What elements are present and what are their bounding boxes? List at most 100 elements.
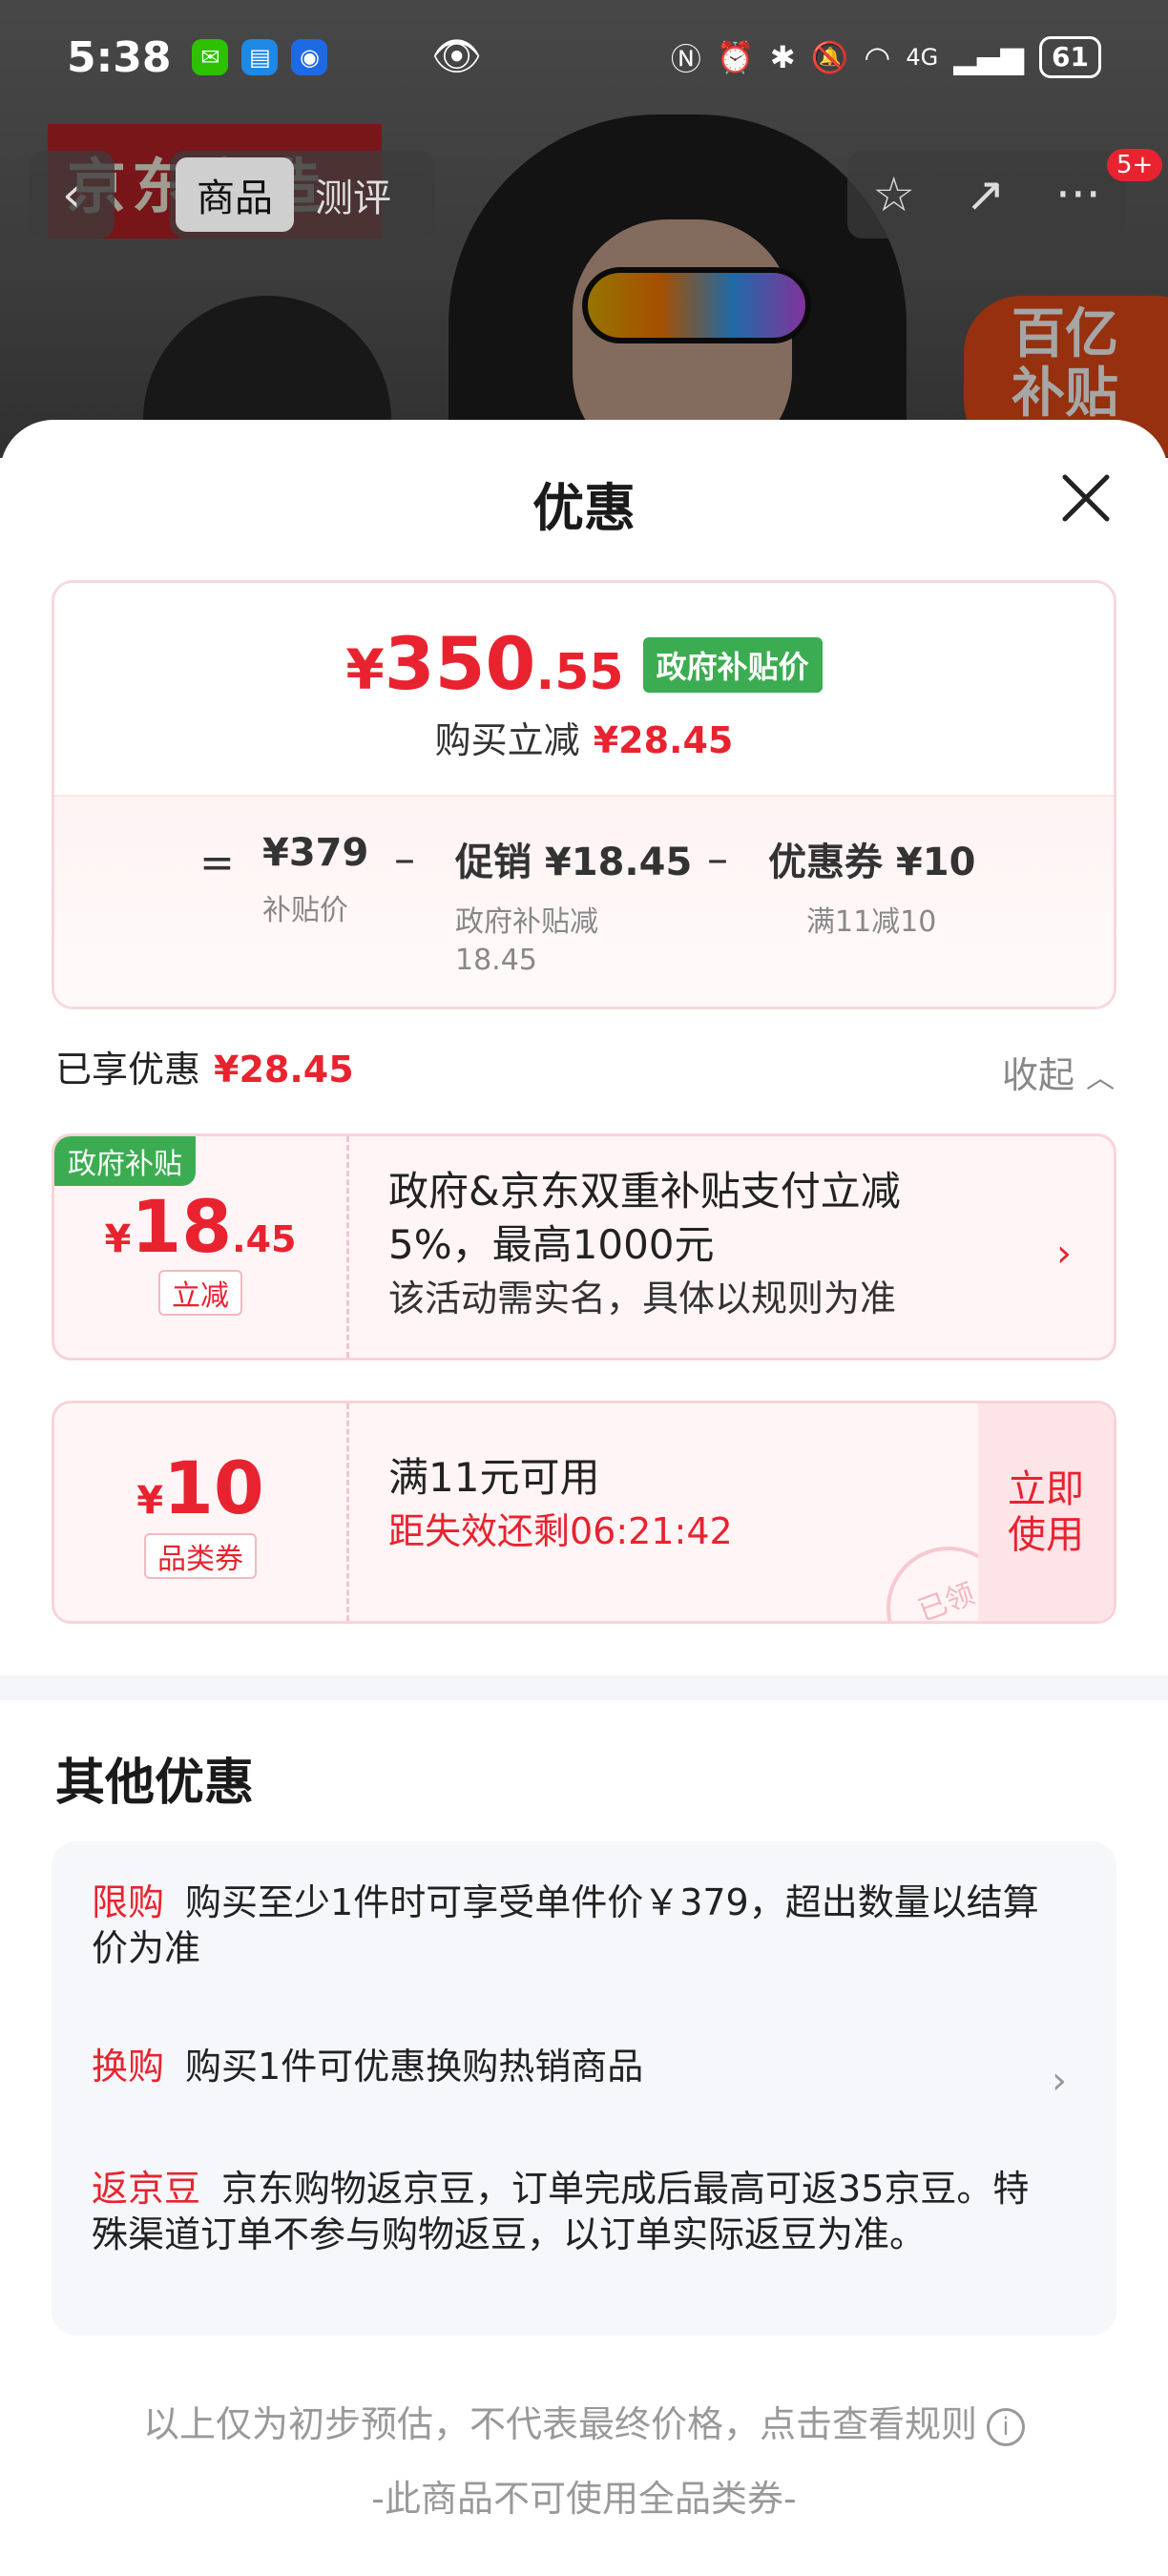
chevron-left-icon: ‹ (62, 167, 81, 222)
tab-product[interactable]: 商品 (176, 157, 294, 232)
status-indicators: Ⓝ ⏰ ✱ 🔕 ◠ 4G ▂▄▆ 61 (671, 35, 1101, 79)
final-price: ¥ 350 .55 政府补贴价 (54, 621, 1114, 706)
collapse-label: 收起 (1002, 1054, 1075, 1096)
list-item-jd-beans: 返京豆 京东购物返京豆，订单完成后最高可返35京豆。特殊渠道订单不参与购物返豆，以… (92, 2166, 1065, 2257)
more-icon[interactable]: ··· (1055, 167, 1101, 222)
product-tabs: 商品 测评 (170, 151, 435, 239)
price-integer: 350 (384, 621, 536, 706)
promo-detail-line2: 18.45 (455, 944, 537, 977)
base-price-label: 补贴价 (262, 894, 348, 927)
nfc-icon: Ⓝ (670, 41, 701, 77)
bulb-app-icon: ◉ (291, 39, 328, 75)
eye-icon: 👁 (431, 32, 483, 79)
offer-text: 购买1件可优惠换购热销商品 (185, 2046, 644, 2088)
sheet-title: 优惠 (532, 478, 636, 538)
coupon-currency: ¥ (136, 1479, 164, 1523)
coupon-amount: ¥10 (54, 1445, 346, 1530)
other-offers-title: 其他优惠 (55, 1755, 255, 1812)
offer-text: 购买至少1件时可享受单件价￥379，超出数量以结算价为准 (92, 1881, 1039, 1969)
coupon-line1: 政府&京东双重补贴支付立减 (388, 1168, 901, 1215)
coupon-divider (346, 1136, 349, 1358)
promo-detail: 政府补贴减 18.45 (455, 904, 692, 980)
battery-indicator: 61 (1039, 36, 1101, 78)
gov-subsidy-coupon[interactable]: 政府补贴 ¥18.45 立减 政府&京东双重补贴支付立减 5%，最高1000元 … (52, 1133, 1116, 1361)
price-decimal: .55 (535, 644, 624, 701)
coupon-amount-dec: .45 (232, 1218, 297, 1260)
promo-detail-line1: 政府补贴减 (455, 905, 598, 939)
chevron-right-icon[interactable]: › (1052, 2059, 1067, 2103)
base-price: ¥379 (262, 831, 369, 875)
use-now-button[interactable]: 立即使用 (978, 1403, 1114, 1621)
message-app-icon: ▤ (241, 39, 279, 75)
back-button[interactable]: ‹ (29, 151, 115, 239)
minus-sign: – (394, 835, 415, 883)
coupon-description: 满11元可用 距失效还剩06:21:42 (388, 1451, 733, 1558)
gov-subsidy-corner-tag: 政府补贴 (54, 1136, 196, 1186)
offer-tag: 换购 (92, 2046, 165, 2088)
coupon-divider (346, 1403, 349, 1621)
status-bar: 5:38 ✉ ▤ ◉ Ⓝ ⏰ ✱ 🔕 ◠ 4G ▂▄▆ 61 (0, 0, 1168, 114)
chevron-right-icon: › (1056, 1232, 1072, 1276)
list-item-purchase-limit: 限购 购买至少1件时可享受单件价￥379，超出数量以结算价为准 (92, 1880, 1065, 1971)
coupon-description: 政府&京东双重补贴支付立减 5%，最高1000元 该活动需实名，具体以规则为准 (388, 1165, 901, 1325)
use-now-label: 立即使用 (1008, 1467, 1084, 1557)
base-price-col: ¥379 补贴价 (262, 831, 368, 930)
coupon-condition: 满11元可用 (388, 1454, 600, 1501)
minus-sign: – (707, 835, 728, 883)
offer-text: 京东购物返京豆，订单完成后最高可返35京豆。特殊渠道订单不参与购物返豆，以订单实… (92, 2168, 1030, 2255)
discount-label: 购买立减 (434, 719, 580, 761)
mute-icon: 🔕 (810, 39, 849, 75)
gov-subsidy-price-tag: 政府补贴价 (642, 637, 823, 693)
estimate-disclaimer[interactable]: 以上仅为初步预估，不代表最终价格，点击查看规则 i (0, 2395, 1168, 2447)
coupon-line2: 5%，最高1000元 (388, 1221, 715, 1268)
bluetooth-icon: ✱ (769, 39, 796, 75)
enjoyed-discount: 已享优惠 ¥28.45 (55, 1040, 354, 1092)
category-coupon: ¥10 品类券 满11元可用 距失效还剩06:21:42 已领 立即使用 (52, 1401, 1116, 1624)
coupon-amount-int: 10 (163, 1445, 264, 1530)
coupon-restriction-note: -此商品不可使用全品类券- (371, 2478, 797, 2520)
collapse-toggle[interactable]: 收起 ︿ (1002, 1046, 1115, 1098)
promo-col: 促销 ¥18.45 政府补贴减 18.45 (455, 831, 692, 980)
wechat-icon: ✉ (192, 39, 229, 75)
enjoyed-amount: ¥28.45 (214, 1049, 354, 1091)
signal-icon: ▂▄▆ (953, 39, 1025, 75)
price-currency: ¥ (345, 637, 385, 702)
equals-sign: = (199, 839, 235, 887)
price-breakdown: = ¥379 补贴价 – 促销 ¥18.45 政府补贴减 18.45 – 优惠券 … (54, 795, 1114, 1007)
offer-tag: 限购 (92, 1881, 165, 1923)
coupon-type: 品类券 (54, 1533, 346, 1579)
section-divider (0, 1675, 1168, 1700)
coupon-expiry-timer: 距失效还剩06:21:42 (388, 1510, 733, 1552)
wifi-icon: ◠ (864, 39, 891, 75)
tab-review[interactable]: 测评 (294, 157, 412, 232)
coupon-currency: ¥ (104, 1217, 132, 1261)
status-time: 5:38 (67, 32, 172, 82)
alarm-icon: ⏰ (716, 39, 755, 75)
coupon-amount: 优惠券 ¥10 (768, 841, 976, 884)
disclaimer-text: 以上仅为初步预估，不代表最终价格，点击查看规则 (142, 2403, 977, 2445)
final-price-section: ¥ 350 .55 政府补贴价 购买立减 ¥28.45 (54, 583, 1114, 795)
nav-actions: ☆ ↗ ··· (847, 151, 1126, 239)
coupon-line3: 该活动需实名，具体以规则为准 (388, 1278, 897, 1319)
coupon-type: 立减 (54, 1270, 346, 1316)
list-item-trade-in[interactable]: 换购 购买1件可优惠换购热销商品 (92, 2044, 1065, 2089)
share-icon[interactable]: ↗ (966, 167, 1006, 222)
coupon-col: 优惠券 ¥10 满11减10 (768, 831, 975, 942)
message-count-badge: 5+ (1107, 149, 1163, 181)
discount-sheet: 优惠 ¥ 350 .55 政府补贴价 购买立减 ¥28.45 = ¥379 补贴价… (0, 420, 1168, 2576)
coupon-amount-int: 18 (131, 1184, 233, 1269)
coupon-type-label: 品类券 (144, 1533, 257, 1579)
price-summary-card: ¥ 350 .55 政府补贴价 购买立减 ¥28.45 = ¥379 补贴价 – … (52, 580, 1116, 1009)
enjoyed-label: 已享优惠 (55, 1049, 201, 1091)
promo-amount: 促销 ¥18.45 (455, 841, 693, 884)
close-icon[interactable] (1057, 469, 1115, 527)
other-offers-list: 限购 购买至少1件时可享受单件价￥379，超出数量以结算价为准 换购 购买1件可优惠… (52, 1841, 1116, 2336)
favorite-star-icon[interactable]: ☆ (872, 167, 915, 222)
coupon-type-label: 立减 (158, 1270, 242, 1316)
coupon-amount: ¥18.45 (54, 1184, 346, 1269)
coupon-condition: 满11减10 (806, 905, 937, 939)
chevron-up-icon: ︿ (1086, 1062, 1116, 1095)
purchase-discount: 购买立减 ¥28.45 (54, 711, 1114, 763)
info-icon[interactable]: i (987, 2407, 1025, 2446)
network-label: 4G (906, 44, 939, 71)
